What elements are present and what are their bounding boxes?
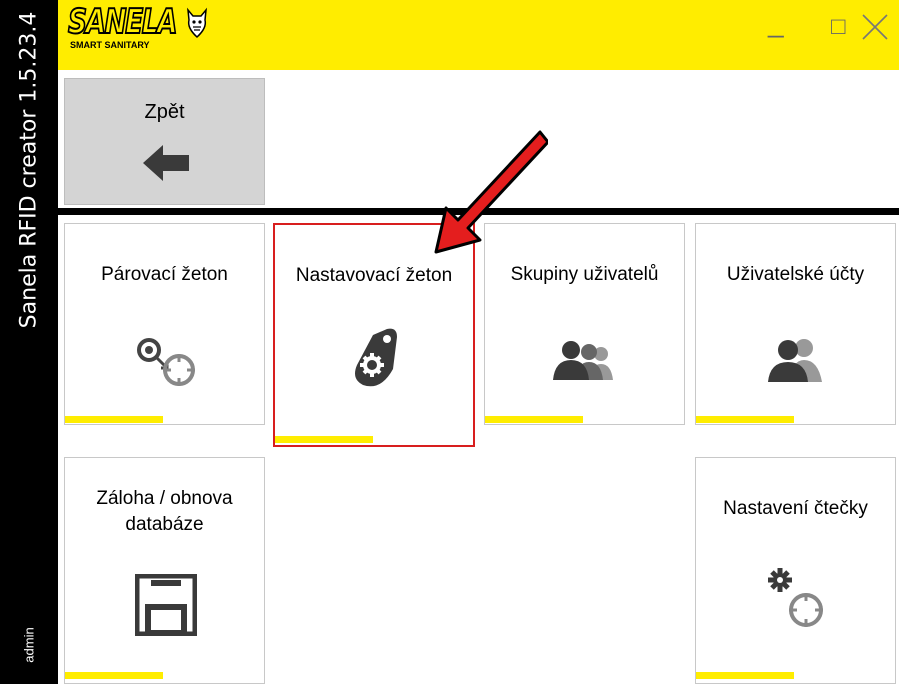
back-button[interactable]: Zpět (64, 78, 265, 205)
tile-accent-bar (696, 416, 794, 423)
tile-label: Párovací žeton (101, 264, 228, 285)
tile-settings-token[interactable]: Nastavovací žeton (273, 223, 475, 447)
reader-settings-icon (768, 568, 823, 627)
tile-accent-bar (485, 416, 583, 423)
logo-tagline: SMART SANITARY (70, 40, 150, 50)
tile-accent-bar (65, 672, 163, 679)
section-divider (58, 208, 899, 215)
tile-database-backup[interactable]: Záloha / obnova databáze (64, 457, 265, 684)
tile-accent-bar (65, 416, 163, 423)
close-icon (862, 14, 888, 40)
current-user: admin (21, 627, 37, 663)
tile-label: Uživatelské účty (726, 264, 865, 285)
settings-token-icon (355, 328, 397, 387)
back-label: Zpět (144, 101, 185, 123)
tile-label: Skupiny uživatelů (510, 264, 659, 285)
tile-user-groups[interactable]: Skupiny uživatelů (484, 223, 685, 425)
logo-wordmark: SANELA (67, 1, 178, 43)
user-groups-icon (553, 341, 613, 380)
floppy-disk-icon (135, 574, 197, 636)
tile-reader-settings[interactable]: Nastavení čtečky (695, 457, 896, 684)
minimize-button[interactable]: _ (768, 8, 784, 38)
pairing-token-icon (137, 338, 195, 386)
tile-label: Záloha / obnova databáze (96, 488, 233, 535)
mascot-icon (187, 7, 207, 39)
tile-accent-bar (696, 672, 794, 679)
maximize-button[interactable]: □ (831, 12, 846, 42)
arrow-left-icon (143, 145, 189, 181)
tile-label: Nastavení čtečky (723, 498, 868, 519)
tile-pairing-token[interactable]: Párovací žeton (64, 223, 265, 425)
app-sidebar: Sanela RFID creator 1.5.23.4 admin (0, 0, 58, 684)
tile-accent-bar (275, 436, 373, 443)
close-button[interactable] (860, 12, 890, 48)
tile-user-accounts[interactable]: Uživatelské účty (695, 223, 896, 425)
tile-label: Nastavovací žeton (295, 265, 453, 286)
user-accounts-icon (768, 339, 822, 382)
header-bar: SANELA SMART SANITARY _ □ (58, 0, 899, 70)
sanela-logo: SANELA SMART SANITARY (67, 1, 208, 50)
app-title: Sanela RFID creator 1.5.23.4 (16, 11, 42, 329)
